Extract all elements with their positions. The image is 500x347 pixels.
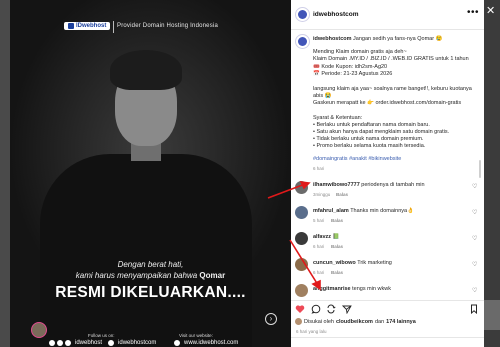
- caption-line-2-prefix: kami harus menyampaikan bahwa: [75, 271, 200, 280]
- comment-avatar[interactable]: [295, 284, 308, 297]
- caption-hashtags[interactable]: #domaingratis #anakit #bikinwebsite: [313, 156, 401, 162]
- logo-text: IDwebhost: [76, 23, 107, 29]
- comment-body: tengs min wkwk: [350, 286, 391, 292]
- person-hair: [110, 50, 182, 90]
- heart-icon[interactable]: ♡: [472, 183, 477, 190]
- scrollbar[interactable]: [479, 160, 481, 178]
- likes-count[interactable]: 174 lainnya: [386, 319, 416, 325]
- heart-icon[interactable]: [295, 304, 305, 314]
- profile-handle[interactable]: idwebhostcom: [313, 11, 359, 18]
- heart-icon[interactable]: ♡: [472, 287, 477, 294]
- caption-line-2-name: Qomar: [199, 271, 226, 280]
- backdrop-right[interactable]: [484, 0, 500, 347]
- comment-user[interactable]: cuncun_wibowo: [313, 260, 356, 266]
- reply-button[interactable]: Balas: [331, 270, 343, 275]
- mascot-avatar: [31, 322, 47, 338]
- reply-button[interactable]: Balas: [331, 218, 343, 223]
- caption-time: 6 hari: [313, 166, 325, 171]
- reply-button[interactable]: Balas: [336, 192, 348, 197]
- comment-body: Trik marketing: [355, 260, 392, 266]
- social-handle-1: idwebhost: [75, 340, 103, 346]
- backdrop[interactable]: [0, 0, 10, 347]
- comment-text: ilhamwibowo7777 periodenya di tambah min: [313, 182, 425, 188]
- comment-time: 3minggu: [313, 192, 331, 197]
- caption-header-text: Jangan sedih ya fans-nya Qomar 😢: [351, 36, 443, 42]
- social-handle-2: idwebhostcom: [118, 340, 157, 346]
- comment-avatar[interactable]: [295, 232, 308, 245]
- post-header: idwebhostcom •••: [291, 0, 484, 30]
- comment-icon[interactable]: [311, 304, 321, 314]
- likes-summary: Disukai oleh cloudbeikcom dan 174 lainny…: [295, 318, 416, 325]
- logo-divider: [113, 21, 114, 33]
- post-details-panel: idwebhostcom ••• idwebhostcom Jangan sed…: [291, 0, 484, 347]
- heart-icon[interactable]: ♡: [472, 235, 477, 242]
- repost-icon[interactable]: [326, 304, 336, 314]
- caption-line: langsung klaim aja yaa~ soalnya rame ban…: [313, 86, 472, 92]
- caption-line: • Promo berlaku selama kuota masih terse…: [313, 143, 426, 149]
- comment-avatar[interactable]: [295, 181, 308, 194]
- caption-line-2: kami harus menyampaikan bahwa Qomar: [10, 271, 291, 280]
- visit-label: Visit our website:: [179, 333, 213, 338]
- close-icon[interactable]: ✕: [486, 4, 495, 17]
- caption-avatar[interactable]: [295, 34, 310, 49]
- share-icon[interactable]: [342, 304, 352, 314]
- post-actions: [291, 300, 484, 316]
- likes-middle: dan: [374, 318, 385, 325]
- heart-icon[interactable]: ♡: [472, 261, 477, 268]
- avatar-logo: [298, 10, 307, 19]
- comment-time: 5 hari: [313, 218, 325, 223]
- comment-avatar[interactable]: [295, 206, 308, 219]
- tiktok-icon: [65, 340, 71, 346]
- caption-line: Klaim Domain .MY.ID / .BIZ.ID / .WEB.ID …: [313, 56, 469, 62]
- add-comment-bar[interactable]: [291, 337, 484, 347]
- comment-text: anggitmanrise tengs min wkwk: [313, 286, 391, 292]
- globe-icon: [174, 340, 180, 346]
- website-link: www.idwebhost.com: [174, 340, 242, 346]
- comment-body: periodenya di tambah min: [359, 182, 425, 188]
- avatar-logo: [298, 37, 307, 46]
- comment-user[interactable]: alfavzz: [313, 234, 331, 240]
- social-links: idwebhost idwebhostcom: [49, 340, 160, 346]
- liker-avatar: [295, 318, 302, 325]
- x-icon: [108, 340, 115, 346]
- more-horizontal-icon[interactable]: •••: [467, 7, 479, 18]
- chevron-right-icon[interactable]: ›: [265, 313, 277, 325]
- comment-avatar[interactable]: [295, 258, 308, 271]
- logo-icon: [68, 23, 74, 29]
- comment-user[interactable]: ilhamwibowo7777: [313, 182, 360, 188]
- follow-label: Follow us on:: [88, 333, 115, 338]
- reply-button[interactable]: Balas: [331, 244, 343, 249]
- instagram-icon: [57, 340, 63, 346]
- comment-text: mfahrul_alam Thanks min domainnya👌: [313, 208, 414, 214]
- caption-header: idwebhostcom Jangan sedih ya fans-nya Qo…: [313, 36, 442, 43]
- caption-line: 📅 Periode: 21-23 Agustus 2026: [313, 71, 393, 77]
- comment-body: 📗: [331, 234, 340, 240]
- background-fragment: [484, 300, 500, 330]
- caption-handle[interactable]: idwebhostcom: [313, 36, 352, 42]
- comment-body: Thanks min domainnya👌: [348, 208, 414, 214]
- comment-text: cuncun_wibowo Trik marketing: [313, 260, 392, 266]
- person-shirt: [40, 154, 252, 347]
- brand-tagline: Provider Domain Hosting Indonesia: [117, 23, 218, 29]
- comment-user[interactable]: anggitmanrise: [313, 286, 351, 292]
- caption-line: Gaskeun merapatt ke 👉 order.idwebhost.co…: [313, 100, 462, 106]
- profile-avatar[interactable]: [295, 7, 310, 22]
- caption-line-1: Dengan berat hati,: [117, 260, 184, 269]
- heart-icon[interactable]: ♡: [472, 209, 477, 216]
- comment-time: 6 hari: [313, 244, 325, 249]
- comment-time: 6 hari: [313, 270, 325, 275]
- posted-time: 6 hari yang lalu: [296, 329, 327, 334]
- likes-prefix: Disukai oleh: [304, 318, 334, 325]
- brand-logo: IDwebhost: [64, 22, 111, 30]
- post-media: IDwebhost Provider Domain Hosting Indone…: [10, 0, 291, 347]
- comment-user[interactable]: mfahrul_alam: [313, 208, 349, 214]
- comment-text: alfavzz 📗: [313, 234, 339, 240]
- facebook-icon: [49, 340, 55, 346]
- bookmark-icon[interactable]: [469, 304, 479, 314]
- media-headline: RESMI DIKELUARKAN....: [55, 284, 246, 301]
- likes-user[interactable]: cloudbeikcom: [336, 319, 373, 325]
- website-text: www.idwebhost.com: [184, 340, 239, 346]
